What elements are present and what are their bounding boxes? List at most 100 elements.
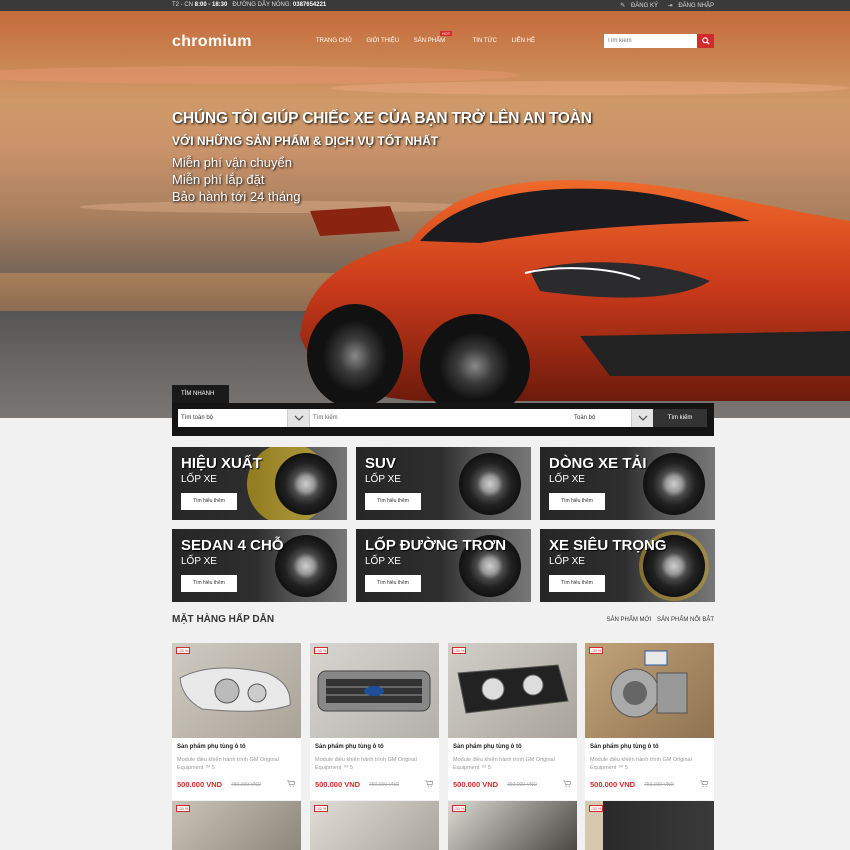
- product-image: [172, 643, 301, 738]
- product-image: [448, 801, 577, 850]
- quick-search-placeholder: Tìm kiếm: [313, 415, 338, 421]
- product-image: [310, 643, 439, 738]
- discount-badge: -33 %: [176, 647, 191, 654]
- chevron-down-icon: [287, 409, 309, 427]
- category-name: DÒNG XE TẢI: [549, 455, 647, 472]
- category-card-performance[interactable]: HIỆU XUẤT LỐP XE Tìm hiểu thêm: [172, 447, 347, 520]
- category-sub: LỐP XE: [365, 556, 401, 567]
- product-image: [585, 643, 714, 738]
- category-name: LỐP ĐƯỜNG TRƠN: [365, 537, 507, 554]
- header-search-input[interactable]: [604, 34, 697, 48]
- product-card[interactable]: -33 %: [448, 801, 577, 850]
- learn-more-button[interactable]: Tìm hiểu thêm: [549, 493, 605, 510]
- product-card[interactable]: -33 % Sản phẩm phụ tùng ô tô Module điều…: [448, 643, 577, 800]
- category-card-sedan[interactable]: SEDAN 4 CHỖ LỐP XE Tìm hiểu thêm: [172, 529, 347, 602]
- learn-more-button[interactable]: Tìm hiểu thêm: [181, 493, 237, 510]
- learn-more-button[interactable]: Tìm hiểu thêm: [365, 493, 421, 510]
- discount-badge: -33 %: [176, 805, 191, 812]
- tire-image: [275, 453, 337, 515]
- category-sub: LỐP XE: [365, 474, 401, 485]
- product-old-price: 750.000 VND: [231, 782, 262, 788]
- nav-item-about[interactable]: Giới thiệu: [366, 38, 399, 44]
- register-label: ĐĂNG KÝ: [630, 3, 658, 9]
- product-title[interactable]: Sản phẩm phụ tùng ô tô: [453, 744, 522, 750]
- opening-time: 8:00 - 18:30: [194, 2, 228, 8]
- cart-icon[interactable]: [287, 780, 295, 787]
- product-price: 500.000 VND: [315, 780, 361, 789]
- scope-select[interactable]: Toàn bộ: [571, 409, 653, 427]
- learn-more-button[interactable]: Tìm hiểu thêm: [549, 575, 605, 592]
- cart-icon[interactable]: [563, 780, 571, 787]
- nav-item-news[interactable]: Tin tức: [473, 38, 497, 44]
- product-card[interactable]: -33 %: [310, 801, 439, 850]
- category-sub: LỐP XE: [549, 556, 585, 567]
- category-name: HIỆU XUẤT: [181, 455, 262, 472]
- product-card[interactable]: -33 % Sản phẩm phụ tùng ô tô Module điều…: [585, 643, 714, 800]
- hot-badge: HOT: [439, 31, 453, 36]
- login-icon: ⇥: [667, 3, 673, 9]
- contact-info: T2 - CN 8:00 - 18:30 ĐƯỜNG DÂY NÓNG: 038…: [172, 2, 326, 8]
- learn-more-button[interactable]: Tìm hiểu thêm: [365, 575, 421, 592]
- scope-select-value: Toàn bộ: [574, 415, 596, 421]
- hero-banner: chromium Trang chủ Giới thiệu Sản phẩm HO…: [0, 11, 850, 418]
- product-card[interactable]: -33 % Sản phẩm phụ tùng ô tô Module điều…: [172, 643, 301, 800]
- discount-badge: -33 %: [589, 647, 604, 654]
- product-price: 500.000 VND: [177, 780, 223, 789]
- headlight-image: [179, 667, 291, 712]
- category-card-suv[interactable]: SUV LỐP XE Tìm hiểu thêm: [356, 447, 531, 520]
- chevron-down-icon: [631, 409, 653, 427]
- nav-products-label: Sản phẩm: [413, 38, 446, 44]
- product-title[interactable]: Sản phẩm phụ tùng ô tô: [590, 744, 659, 750]
- category-card-slick[interactable]: LỐP ĐƯỜNG TRƠN LỐP XE Tìm hiểu thêm: [356, 529, 531, 602]
- product-image: [585, 801, 714, 850]
- tire-image: [459, 453, 521, 515]
- login-link[interactable]: ⇥ ĐĂNG NHẬP: [664, 3, 714, 9]
- discount-badge: -33 %: [589, 805, 604, 812]
- main-nav: Trang chủ Giới thiệu Sản phẩm HOT Tin tức…: [316, 31, 548, 44]
- product-old-price: 750.000 VND: [369, 782, 400, 788]
- quick-search-button[interactable]: Tìm kiếm: [653, 409, 707, 427]
- nav-item-home[interactable]: Trang chủ: [316, 38, 352, 44]
- category-sub: LỐP XE: [549, 474, 585, 485]
- learn-more-button[interactable]: Tìm hiểu thêm: [181, 575, 237, 592]
- product-card[interactable]: -33 %: [585, 801, 714, 850]
- headlight-image: [457, 664, 569, 714]
- product-image: [448, 643, 577, 738]
- category-select-value: Tìm toàn bộ: [181, 415, 214, 421]
- login-label: ĐĂNG NHẬP: [678, 3, 714, 9]
- category-card-truck[interactable]: DÒNG XE TẢI LỐP XE Tìm hiểu thêm: [540, 447, 715, 520]
- car-image: [300, 180, 850, 418]
- product-description: Module điều khiển hành trình GM Original…: [590, 757, 692, 771]
- product-tabs: SẢN PHẨM MỚI SẢN PHẨM NỔI BẬT: [602, 617, 714, 623]
- header-search: [604, 34, 714, 48]
- quick-search-input[interactable]: Tìm kiếm: [309, 409, 571, 427]
- hero-subtitle: VỚI NHỮNG SẢN PHẨM & DỊCH VỤ TỐT NHẤT: [172, 134, 439, 148]
- product-title[interactable]: Sản phẩm phụ tùng ô tô: [177, 744, 246, 750]
- quick-search-tab[interactable]: TÌM NHANH: [172, 385, 229, 403]
- product-card[interactable]: -33 % Sản phẩm phụ tùng ô tô Module điều…: [310, 643, 439, 800]
- tab-new-products[interactable]: SẢN PHẨM MỚI: [606, 617, 651, 623]
- site-logo[interactable]: chromium: [172, 33, 252, 51]
- category-card-heavy[interactable]: XE SIÊU TRỌNG LỐP XE Tìm hiểu thêm: [540, 529, 715, 602]
- header-search-button[interactable]: [697, 34, 714, 48]
- product-price: 500.000 VND: [453, 780, 499, 789]
- category-select[interactable]: Tìm toàn bộ: [178, 409, 309, 427]
- cart-icon[interactable]: [700, 780, 708, 787]
- nav-item-products[interactable]: Sản phẩm HOT: [413, 31, 458, 44]
- top-bar: T2 - CN 8:00 - 18:30 ĐƯỜNG DÂY NÓNG: 038…: [0, 0, 850, 11]
- product-title[interactable]: Sản phẩm phụ tùng ô tô: [315, 744, 384, 750]
- product-card[interactable]: -33 %: [172, 801, 301, 850]
- hotline-number[interactable]: 0387654221: [293, 2, 326, 8]
- hero-features: Miễn phí vận chuyển Miễn phí lắp đặt Bảo…: [172, 154, 301, 205]
- product-price: 500.000 VND: [590, 780, 636, 789]
- nav-item-contact[interactable]: Liên hệ: [512, 38, 535, 44]
- account-links: ✎ ĐĂNG KÝ ⇥ ĐĂNG NHẬP: [612, 2, 714, 9]
- product-image: [172, 801, 301, 850]
- grille-image: [317, 670, 431, 712]
- tab-featured-products[interactable]: SẢN PHẨM NỔI BẬT: [657, 617, 714, 623]
- category-name: XE SIÊU TRỌNG: [549, 537, 667, 554]
- category-sub: LỐP XE: [181, 474, 217, 485]
- register-link[interactable]: ✎ ĐĂNG KÝ: [616, 3, 658, 9]
- quick-search-bar: Tìm toàn bộ Tìm kiếm Toàn bộ Tìm kiếm: [172, 403, 714, 436]
- cart-icon[interactable]: [425, 780, 433, 787]
